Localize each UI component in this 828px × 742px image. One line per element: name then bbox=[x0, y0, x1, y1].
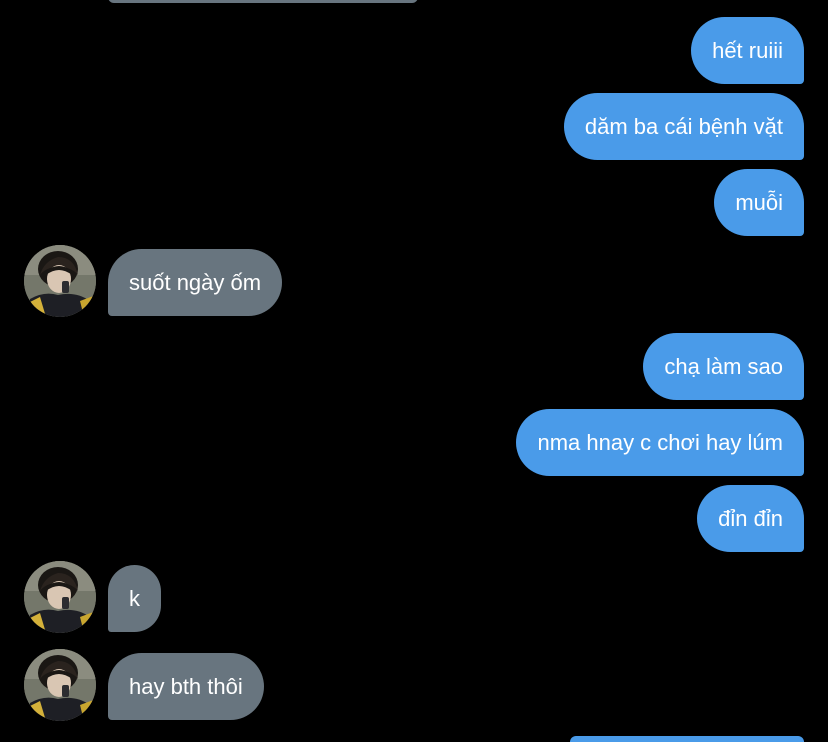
message-text: k bbox=[129, 585, 140, 611]
message-bubble-incoming[interactable]: suốt ngày ốm bbox=[108, 249, 283, 316]
previous-incoming-bubble-edge bbox=[108, 0, 418, 3]
message-bubble-incoming[interactable]: k bbox=[108, 565, 161, 632]
message-bubble-incoming[interactable]: hay bth thôi bbox=[108, 653, 264, 720]
message-bubble-outgoing[interactable]: hết ruiii bbox=[691, 17, 804, 84]
avatar-photo bbox=[24, 649, 96, 721]
message-text: nma hnay c chơi hay lúm bbox=[537, 429, 783, 455]
next-outgoing-bubble-edge bbox=[570, 736, 804, 742]
message-bubble-outgoing[interactable]: chạ làm sao bbox=[643, 333, 804, 400]
message-text: chạ làm sao bbox=[664, 353, 783, 379]
message-text: suốt ngày ốm bbox=[129, 269, 262, 295]
avatar-photo bbox=[24, 561, 96, 633]
message-bubble-outgoing[interactable]: đỉn đỉn bbox=[697, 485, 804, 552]
message-text: muỗi bbox=[735, 189, 783, 215]
message-text: hay bth thôi bbox=[129, 673, 243, 699]
message-text: hết ruiii bbox=[712, 37, 783, 63]
user-avatar[interactable] bbox=[24, 649, 96, 721]
avatar-photo bbox=[24, 245, 96, 317]
message-bubble-outgoing[interactable]: nma hnay c chơi hay lúm bbox=[516, 409, 804, 476]
chat-thread: hết ruiii dăm ba cái bệnh vặt muỗi suốt … bbox=[0, 0, 828, 742]
message-bubble-outgoing[interactable]: dăm ba cái bệnh vặt bbox=[563, 93, 804, 160]
message-text: dăm ba cái bệnh vặt bbox=[584, 113, 783, 139]
user-avatar[interactable] bbox=[24, 245, 96, 317]
user-avatar[interactable] bbox=[24, 561, 96, 633]
message-text: đỉn đỉn bbox=[718, 505, 783, 531]
message-bubble-outgoing[interactable]: muỗi bbox=[714, 169, 804, 236]
